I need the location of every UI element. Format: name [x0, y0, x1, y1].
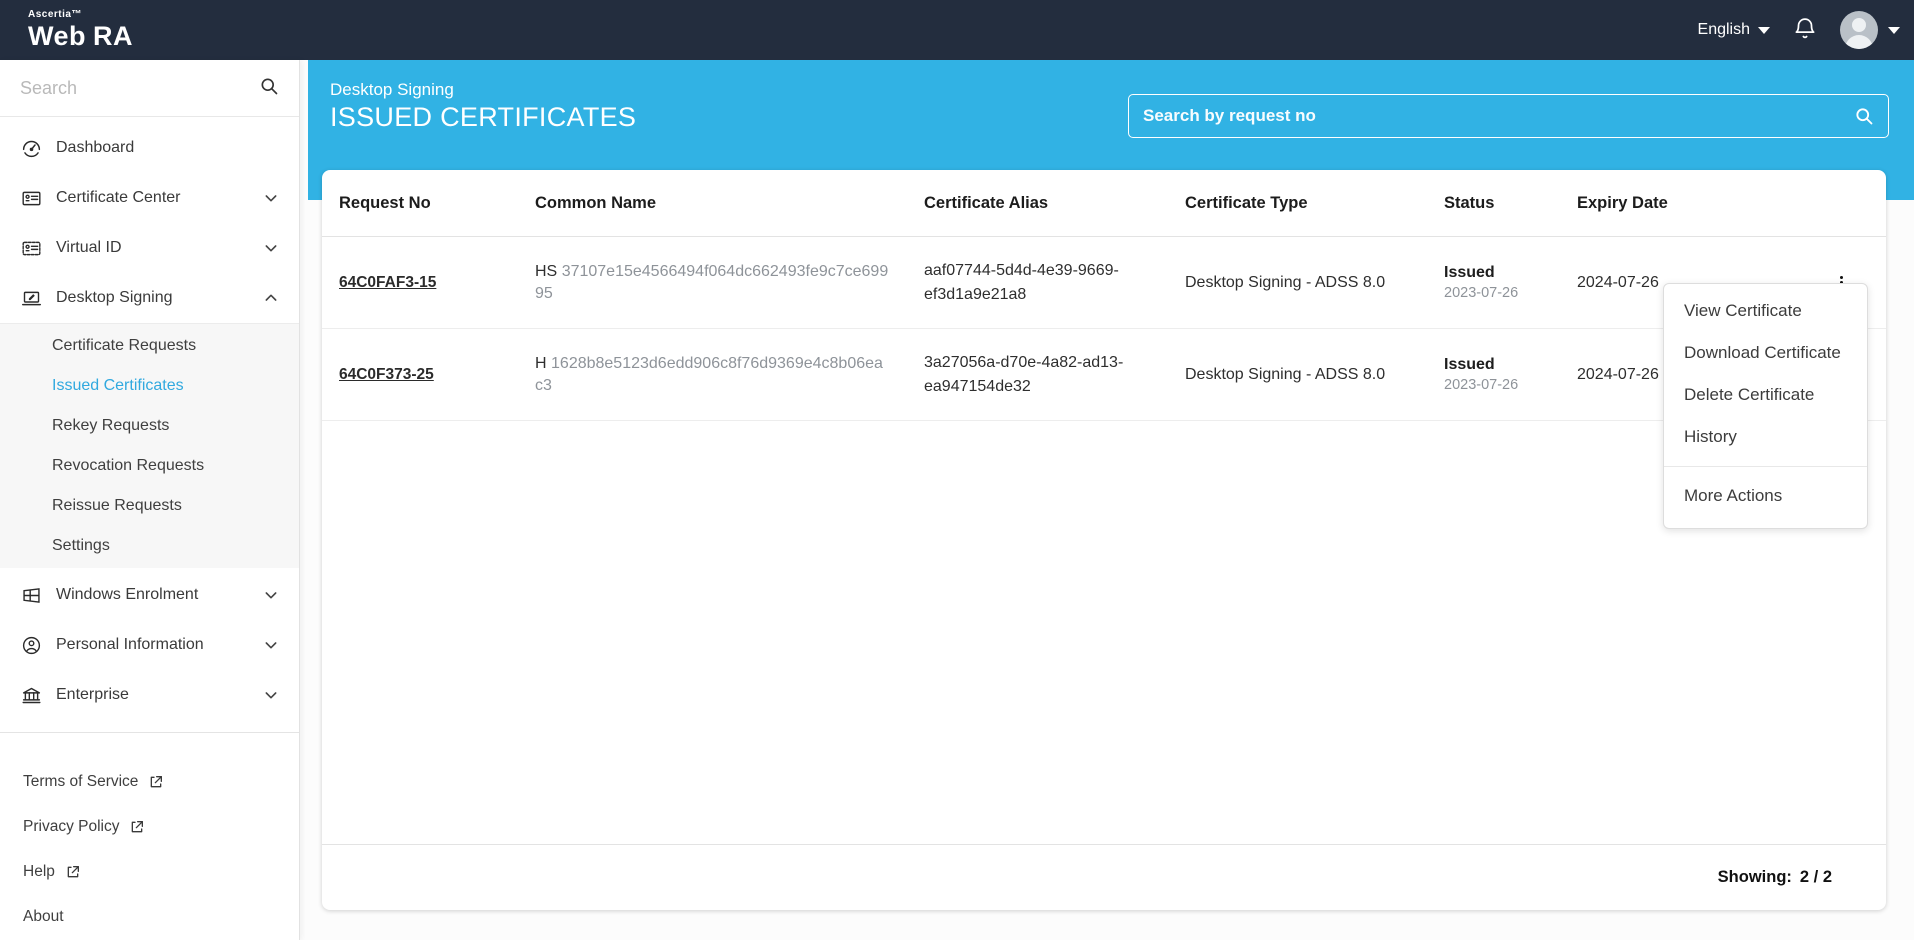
- sidebar-item-label: Certificate Center: [56, 189, 181, 206]
- request-search-input[interactable]: [1143, 106, 1854, 126]
- sidebar-item-label: Dashboard: [56, 139, 135, 156]
- sidebar-item-settings[interactable]: Settings: [0, 526, 299, 566]
- brand-webra: Web RA: [28, 21, 134, 51]
- sidebar-search: [0, 60, 299, 117]
- page-title: ISSUED CERTIFICATES: [330, 102, 637, 132]
- request-no-link[interactable]: 64C0FAF3-15: [339, 274, 436, 291]
- menu-item-download-certificate[interactable]: Download Certificate: [1664, 332, 1867, 374]
- bank-icon: [20, 685, 42, 706]
- language-selector[interactable]: English: [1698, 21, 1770, 39]
- external-link-icon: [129, 819, 145, 835]
- search-icon[interactable]: [259, 76, 279, 101]
- sidebar: Dashboard Certificate Center: [0, 60, 300, 940]
- caret-down-icon: [1758, 26, 1770, 34]
- sidebar-item-certificate-requests[interactable]: Certificate Requests: [0, 326, 299, 366]
- sidebar-item-label: Desktop Signing: [56, 289, 173, 306]
- chevron-down-icon: [263, 687, 279, 703]
- status-cell: Issued 2023-07-26: [1444, 264, 1577, 301]
- desktop-signing-icon: [20, 288, 42, 309]
- caret-down-icon: [1888, 26, 1900, 34]
- breadcrumb: Desktop Signing: [330, 80, 454, 99]
- certificate-type-cell: Desktop Signing - ADSS 8.0: [1185, 273, 1386, 291]
- main-content: Desktop Signing ISSUED CERTIFICATES Requ…: [300, 60, 1914, 940]
- sidebar-item-dashboard[interactable]: Dashboard: [0, 123, 299, 173]
- showing-label: Showing:: [1717, 868, 1792, 886]
- help-link[interactable]: Help: [0, 849, 299, 894]
- virtual-id-card-icon: [20, 238, 42, 259]
- brand-ascertia: Ascertia™: [28, 9, 82, 20]
- sidebar-item-issued-certificates[interactable]: Issued Certificates: [0, 366, 299, 406]
- column-header-certificate-type: Certificate Type: [1185, 193, 1308, 212]
- sidebar-item-windows-enrolment[interactable]: Windows Enrolment: [0, 570, 299, 620]
- terms-of-service-link[interactable]: Terms of Service: [0, 759, 299, 804]
- notifications-bell-icon[interactable]: [1792, 17, 1818, 43]
- chevron-down-icon: [263, 190, 279, 206]
- status-badge: Issued: [1444, 356, 1495, 373]
- chevron-up-icon: [263, 290, 279, 306]
- table-row: 64C0FAF3-15 HS 37107e15e4566494f064dc662…: [322, 237, 1886, 329]
- sidebar-item-label: Personal Information: [56, 636, 204, 653]
- sidebar-item-revocation-requests[interactable]: Revocation Requests: [0, 446, 299, 486]
- top-navbar: Ascertia™ Web RA English: [0, 0, 1914, 60]
- common-name-cell: HS 37107e15e4566494f064dc662493fe9c7ce69…: [535, 262, 889, 302]
- certificate-type-cell: Desktop Signing - ADSS 8.0: [1185, 365, 1386, 383]
- user-menu[interactable]: [1840, 11, 1900, 49]
- sidebar-search-input[interactable]: [20, 77, 259, 99]
- sidebar-item-label: Virtual ID: [56, 239, 122, 256]
- certificate-card-icon: [20, 188, 42, 209]
- menu-item-history[interactable]: History: [1664, 416, 1867, 458]
- sidebar-item-rekey-requests[interactable]: Rekey Requests: [0, 406, 299, 446]
- certificate-alias-cell: aaf07744-5d4d-4e39-9669-ef3d1a9e21a8: [924, 261, 1119, 303]
- desktop-signing-submenu: Certificate Requests Issued Certificates…: [0, 323, 299, 568]
- certificate-alias-cell: 3a27056a-d70e-4a82-ad13-ea947154de32: [924, 353, 1124, 395]
- menu-item-more-actions[interactable]: More Actions: [1664, 475, 1867, 522]
- sidebar-item-label: Windows Enrolment: [56, 586, 199, 603]
- sidebar-item-virtual-id[interactable]: Virtual ID: [0, 223, 299, 273]
- column-header-certificate-alias: Certificate Alias: [924, 194, 1049, 212]
- brand-logo[interactable]: Ascertia™ Web RA: [28, 10, 133, 50]
- avatar: [1840, 11, 1878, 49]
- external-link-icon: [65, 864, 81, 880]
- table-footer: Showing: 2 / 2: [322, 844, 1886, 910]
- column-header-request-no: Request No: [339, 193, 431, 212]
- showing-count: 2 / 2: [1799, 868, 1832, 886]
- chevron-down-icon: [263, 240, 279, 256]
- common-name-cell: H 1628b8e5123d6edd906c8f76d9369e4c8b06ea…: [535, 354, 883, 394]
- table-header-row: Request No Common Name Certificate Alias…: [322, 170, 1886, 237]
- sidebar-item-desktop-signing[interactable]: Desktop Signing: [0, 273, 299, 323]
- table-row: 64C0F373-25 H 1628b8e5123d6edd906c8f76d9…: [322, 329, 1886, 421]
- request-no-link[interactable]: 64C0F373-25: [339, 366, 434, 383]
- column-header-common-name: Common Name: [535, 194, 657, 212]
- sidebar-item-reissue-requests[interactable]: Reissue Requests: [0, 486, 299, 526]
- status-badge: Issued: [1444, 264, 1495, 281]
- menu-item-view-certificate[interactable]: View Certificate: [1664, 290, 1867, 332]
- row-actions-context-menu: View Certificate Download Certificate De…: [1663, 283, 1868, 529]
- language-label: English: [1697, 21, 1750, 38]
- search-icon[interactable]: [1854, 106, 1874, 126]
- menu-item-delete-certificate[interactable]: Delete Certificate: [1664, 374, 1867, 416]
- chevron-down-icon: [263, 587, 279, 603]
- about-link[interactable]: About: [0, 894, 299, 939]
- dashboard-icon: [20, 138, 42, 159]
- issued-certificates-table: Request No Common Name Certificate Alias…: [322, 170, 1886, 910]
- sidebar-item-personal-information[interactable]: Personal Information: [0, 620, 299, 670]
- menu-divider: [1664, 466, 1867, 467]
- privacy-policy-link[interactable]: Privacy Policy: [0, 804, 299, 849]
- person-circle-icon: [20, 635, 42, 656]
- sidebar-item-label: Enterprise: [56, 686, 129, 703]
- chevron-down-icon: [263, 637, 279, 653]
- status-cell: Issued 2023-07-26: [1444, 356, 1577, 393]
- request-search-box: [1128, 94, 1889, 138]
- sidebar-item-enterprise[interactable]: Enterprise: [0, 670, 299, 720]
- external-link-icon: [148, 774, 164, 790]
- windows-icon: [20, 585, 42, 606]
- sidebar-item-certificate-center[interactable]: Certificate Center: [0, 173, 299, 223]
- column-header-status: Status: [1444, 193, 1495, 212]
- column-header-expiry-date: Expiry Date: [1577, 193, 1668, 212]
